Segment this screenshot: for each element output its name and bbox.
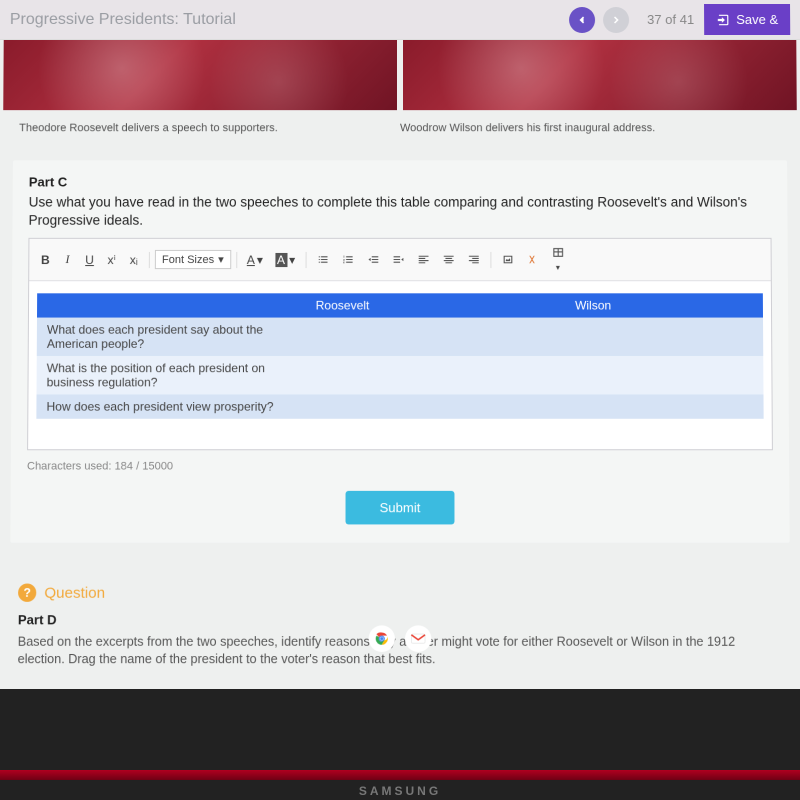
superscript-button[interactable]: xⁱ bbox=[102, 250, 122, 270]
indent-button[interactable] bbox=[387, 250, 410, 269]
part-c-prompt: Use what you have read in the two speech… bbox=[29, 194, 772, 231]
align-left-button[interactable] bbox=[412, 250, 435, 269]
equation-button[interactable] bbox=[521, 250, 544, 269]
image-row bbox=[0, 40, 800, 110]
prev-button[interactable] bbox=[569, 6, 595, 32]
question-title: Question bbox=[44, 584, 105, 601]
subscript-button[interactable]: xᵢ bbox=[124, 250, 144, 270]
rich-text-editor: B I U xⁱ xᵢ Font Sizes ▾ A▾ A▾ bbox=[27, 238, 773, 450]
outdent-button[interactable] bbox=[361, 250, 384, 269]
page-title: Progressive Presidents: Tutorial bbox=[10, 10, 569, 28]
image-captions: Theodore Roosevelt delivers a speech to … bbox=[0, 110, 800, 154]
question-icon: ? bbox=[18, 584, 36, 602]
page-counter: 37 of 41 bbox=[647, 12, 694, 27]
text-color-button[interactable]: A▾ bbox=[242, 250, 268, 270]
header-blank bbox=[37, 294, 306, 318]
gmail-icon[interactable] bbox=[405, 626, 431, 653]
chevron-down-icon: ▾ bbox=[218, 253, 224, 266]
header-roosevelt: Roosevelt bbox=[306, 294, 565, 318]
laptop-hinge bbox=[0, 770, 800, 780]
laptop-brand: SAMSUNG bbox=[0, 784, 800, 798]
table-header-row: Roosevelt Wilson bbox=[37, 294, 763, 318]
editor-content[interactable]: Roosevelt Wilson What does each presiden… bbox=[28, 282, 772, 450]
editor-toolbar: B I U xⁱ xᵢ Font Sizes ▾ A▾ A▾ bbox=[29, 239, 771, 281]
highlight-color-button[interactable]: A▾ bbox=[270, 250, 300, 270]
header-wilson: Wilson bbox=[565, 294, 763, 318]
chrome-icon[interactable] bbox=[369, 626, 395, 653]
save-button[interactable]: Save & bbox=[704, 4, 790, 35]
taskbar bbox=[0, 626, 800, 653]
table-row[interactable]: How does each president view prosperity? bbox=[36, 395, 763, 419]
bullet-list-button[interactable] bbox=[311, 250, 334, 269]
table-row[interactable]: What is the position of each president o… bbox=[37, 356, 764, 394]
font-size-select[interactable]: Font Sizes ▾ bbox=[155, 250, 231, 269]
top-bar: Progressive Presidents: Tutorial 37 of 4… bbox=[0, 0, 800, 40]
italic-button[interactable]: I bbox=[57, 249, 77, 270]
comparison-table[interactable]: Roosevelt Wilson What does each presiden… bbox=[36, 294, 763, 419]
roosevelt-image bbox=[3, 40, 397, 110]
part-c-card: Part C Use what you have read in the two… bbox=[10, 160, 789, 543]
image-button[interactable] bbox=[496, 250, 519, 269]
underline-button[interactable]: U bbox=[79, 250, 99, 270]
character-count: Characters used: 184 / 15000 bbox=[27, 461, 773, 473]
align-right-button[interactable] bbox=[462, 250, 485, 269]
bold-button[interactable]: B bbox=[35, 250, 55, 270]
align-center-button[interactable] bbox=[437, 250, 460, 269]
submit-button[interactable]: Submit bbox=[345, 491, 454, 525]
number-list-button[interactable] bbox=[336, 250, 359, 269]
table-button[interactable]: ▾ bbox=[546, 243, 569, 276]
next-button[interactable] bbox=[603, 6, 629, 32]
table-row[interactable]: What does each president say about the A… bbox=[37, 318, 763, 356]
exit-icon bbox=[716, 12, 730, 26]
part-c-label: Part C bbox=[29, 174, 771, 189]
wilson-image bbox=[403, 40, 797, 110]
question-section: ? Question Part D Based on the excerpts … bbox=[18, 572, 783, 669]
caption-right: Woodrow Wilson delivers his first inaugu… bbox=[400, 122, 781, 134]
caption-left: Theodore Roosevelt delivers a speech to … bbox=[19, 122, 400, 134]
